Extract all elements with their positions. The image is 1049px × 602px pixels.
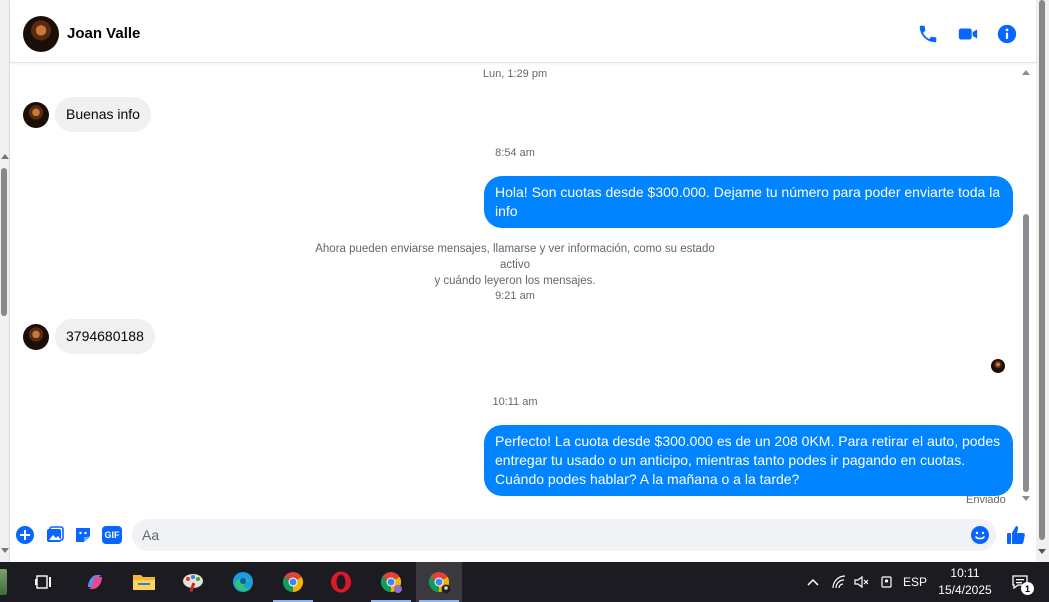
chrome-icon[interactable] [270,562,316,602]
notification-icon[interactable]: 1 [1005,562,1035,602]
meet-now-icon[interactable] [876,562,898,602]
volume-muted-icon[interactable] [851,562,873,602]
message-timestamp: 10:11 am [492,396,538,408]
chat-header: Joan Valle [10,4,1036,63]
messages-scroll-down-arrow[interactable] [1022,496,1030,501]
page-scrollbar[interactable] [1036,0,1049,562]
photo-icon[interactable] [45,525,65,545]
contact-avatar[interactable] [23,16,59,52]
chevron-up-icon[interactable] [802,562,824,602]
opera-icon[interactable] [318,562,364,602]
scroll-up-arrow[interactable] [1,154,9,159]
clock-date: 15/4/2025 [938,583,992,597]
notice-line: y cuándo leyeron los mensajes. [434,275,596,287]
message-timestamp: 9:21 am [495,290,535,302]
emoji-icon[interactable] [970,525,990,545]
messages-scrollbar[interactable] [1020,66,1032,508]
start-icon[interactable] [0,562,16,602]
windows-taskbar: ESP 10:11 15/4/2025 1 [0,562,1049,602]
network-icon[interactable] [828,562,850,602]
delivery-status: Enviado [966,494,1006,506]
chrome-profile-icon[interactable] [368,562,414,602]
sticker-icon[interactable] [73,525,93,545]
chrome-profile-2-icon[interactable] [416,562,462,602]
phone-icon[interactable] [917,23,939,45]
incoming-message[interactable]: Buenas info [55,97,151,132]
outgoing-message[interactable]: Perfecto! La cuota desde $300.000 es de … [484,425,1013,496]
incoming-message[interactable]: 3794680188 [55,319,155,354]
info-icon[interactable] [996,23,1018,45]
clock-time: 10:11 [950,566,980,580]
file-explorer-icon[interactable] [121,562,167,602]
video-camera-icon[interactable] [957,23,979,45]
scrollbar-thumb[interactable] [1,168,7,316]
message-timestamp: 8:54 am [495,147,535,159]
add-icon[interactable] [15,525,35,545]
read-receipt-avatar [991,359,1005,373]
sender-avatar[interactable] [23,324,49,350]
notice-line: Ahora pueden enviarse mensajes, llamarse… [315,243,715,271]
edge-icon[interactable] [220,562,266,602]
connection-notice: Ahora pueden enviarse mensajes, llamarse… [300,241,730,289]
gif-icon[interactable]: GIF [102,526,122,544]
outgoing-message[interactable]: Hola! Son cuotas desde $300.000. Dejame … [484,176,1013,228]
task-view-icon[interactable] [21,562,67,602]
message-input[interactable] [132,519,996,551]
message-composer: GIF [10,512,1036,558]
message-timestamp: Lun, 1:29 pm [482,68,548,80]
chat-window: Joan Valle Lun, 1:29 pm Buenas info 8:54… [10,4,1036,562]
page-scrollbar-thumb[interactable] [1039,0,1045,540]
messages-scroll-up-arrow[interactable] [1022,70,1030,75]
scroll-down-arrow[interactable] [1,548,9,553]
like-icon[interactable] [1005,524,1027,546]
contact-name[interactable]: Joan Valle [67,25,140,42]
notification-badge: 1 [1021,582,1034,595]
messages-scrollbar-thumb[interactable] [1023,214,1029,492]
system-clock[interactable]: 10:11 15/4/2025 [930,565,1000,599]
paint-icon[interactable] [170,562,216,602]
left-scrollbar[interactable] [0,0,10,562]
language-indicator[interactable]: ESP [900,562,930,602]
page-scroll-down-arrow[interactable] [1038,549,1046,554]
copilot-icon[interactable] [72,562,118,602]
sender-avatar[interactable] [23,102,49,128]
